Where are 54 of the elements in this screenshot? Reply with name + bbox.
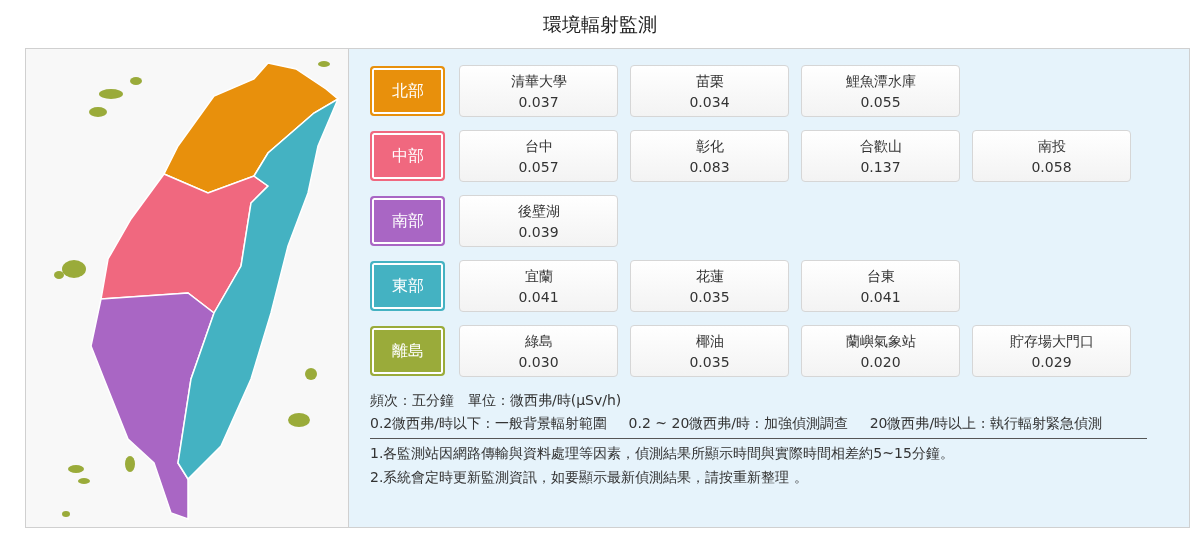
station-card[interactable]: 花蓮 0.035: [630, 260, 789, 312]
station-card[interactable]: 椰油 0.035: [630, 325, 789, 377]
station-value: 0.037: [518, 93, 559, 110]
region-button[interactable]: 南部: [370, 196, 445, 246]
station-card[interactable]: 合歡山 0.137: [801, 130, 960, 182]
station-value: 0.137: [860, 158, 901, 175]
station-card[interactable]: 鯉魚潭水庫 0.055: [801, 65, 960, 117]
station-value: 0.058: [1031, 158, 1072, 175]
station-value: 0.039: [518, 223, 559, 240]
station-value: 0.041: [860, 288, 901, 305]
station-card[interactable]: 台中 0.057: [459, 130, 618, 182]
station-card[interactable]: 清華大學 0.037: [459, 65, 618, 117]
station-card[interactable]: 苗栗 0.034: [630, 65, 789, 117]
station-name: 宜蘭: [524, 267, 553, 286]
station-value: 0.034: [689, 93, 730, 110]
station-value: 0.035: [689, 353, 730, 370]
info-text: 單位：微西弗/時(μSv/h): [468, 391, 622, 410]
station-card[interactable]: 台東 0.041: [801, 260, 960, 312]
station-name: 椰油: [695, 332, 724, 351]
station-name: 苗栗: [695, 72, 724, 91]
station-name: 台中: [524, 137, 553, 156]
note-text: 2.系統會定時更新監測資訊，如要顯示最新偵測結果，請按重新整理 。: [370, 468, 809, 487]
station-card[interactable]: 南投 0.058: [972, 130, 1131, 182]
page-title: 環境輻射監測: [542, 12, 658, 37]
station-value: 0.041: [518, 288, 559, 305]
station-name: 蘭嶼氣象站: [845, 332, 916, 351]
station-name: 台東: [866, 267, 895, 286]
station-card[interactable]: 宜蘭 0.041: [459, 260, 618, 312]
station-value: 0.035: [689, 288, 730, 305]
note-text: 1.各監測站因網路傳輸與資料處理等因素，偵測結果所顯示時間與實際時間相差約5~15分鐘。: [370, 444, 955, 463]
station-value: 0.030: [518, 353, 559, 370]
station-name: 南投: [1037, 137, 1066, 156]
station-value: 0.057: [518, 158, 559, 175]
legend-text: 20微西弗/時以上 : 執行輻射緊急偵測: [869, 414, 1102, 433]
station-card[interactable]: 彰化 0.083: [630, 130, 789, 182]
station-name: 清華大學: [510, 72, 567, 91]
station-card[interactable]: 貯存場大門口 0.029: [972, 325, 1131, 377]
legend-text: 0.2 ~ 20微西弗/時 : 加強偵測調查: [628, 414, 848, 433]
station-value: 0.083: [689, 158, 730, 175]
legend-text: 0.2微西弗/時以下 : 一般背景輻射範圍: [370, 414, 607, 433]
info-text: 頻次：五分鐘: [370, 391, 454, 410]
station-value: 0.055: [860, 93, 901, 110]
station-name: 後壁湖: [517, 202, 560, 221]
station-value: 0.029: [1031, 353, 1072, 370]
station-name: 綠島: [524, 332, 553, 351]
station-name: 花蓮: [695, 267, 724, 286]
station-name: 貯存場大門口: [1009, 332, 1094, 351]
station-name: 鯉魚潭水庫: [845, 72, 916, 91]
station-value: 0.020: [860, 353, 901, 370]
station-name: 合歡山: [859, 137, 902, 156]
station-card[interactable]: 綠島 0.030: [459, 325, 618, 377]
station-name: 彰化: [695, 137, 724, 156]
station-card[interactable]: 後壁湖 0.039: [459, 195, 618, 247]
station-card[interactable]: 蘭嶼氣象站 0.020: [801, 325, 960, 377]
